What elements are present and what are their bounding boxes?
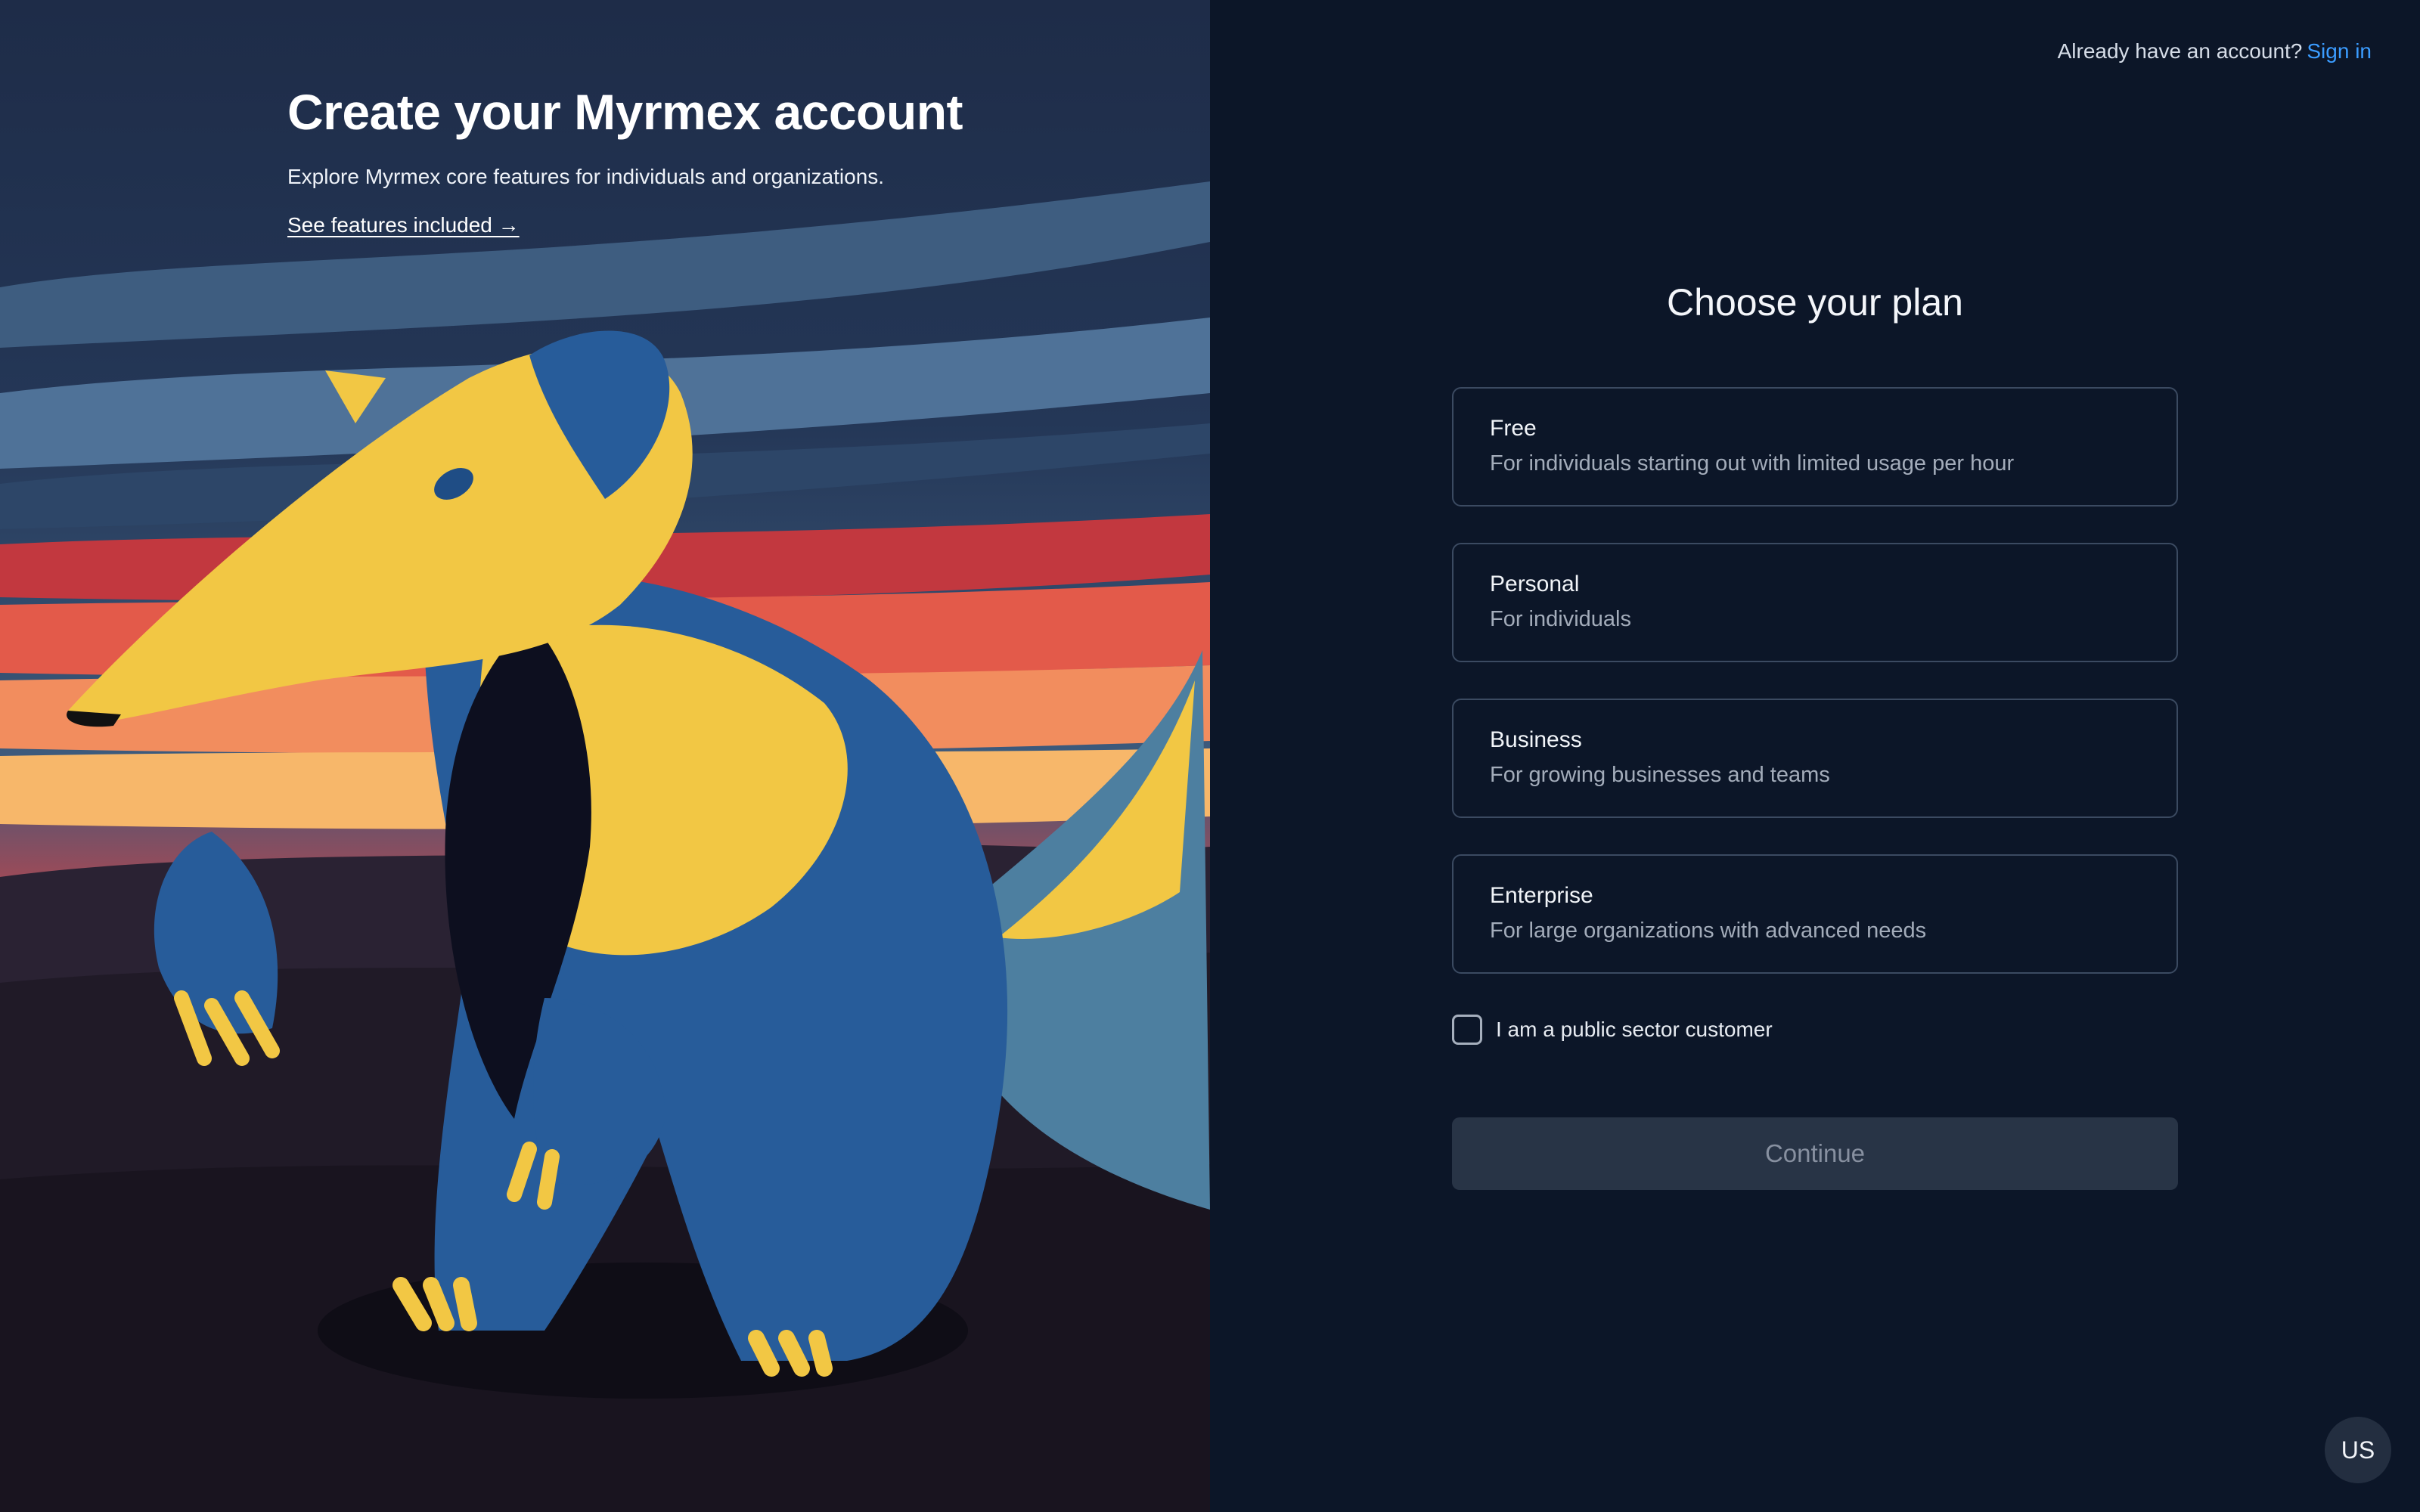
continue-button[interactable]: Continue [1452, 1117, 2178, 1190]
see-features-link[interactable]: See features included → [287, 213, 520, 237]
hero-text-block: Create your Myrmex account Explore Myrme… [287, 82, 1180, 237]
plan-name: Business [1490, 727, 1582, 752]
plan-option-enterprise[interactable]: Enterprise For large organizations with … [1452, 854, 2178, 974]
hero-title: Create your Myrmex account [287, 84, 963, 140]
plan-form: Choose your plan Free For individuals st… [1452, 278, 2178, 1190]
sign-in-link[interactable]: Sign in [2307, 39, 2372, 63]
plan-description: For growing businesses and teams [1490, 763, 1830, 787]
plan-option-personal[interactable]: Personal For individuals [1452, 543, 2178, 662]
plan-name: Enterprise [1490, 883, 1593, 908]
public-sector-label: I am a public sector customer [1496, 1018, 1773, 1041]
checkbox-icon[interactable] [1452, 1015, 1482, 1045]
plan-description: For large organizations with advanced ne… [1490, 919, 1927, 943]
signup-form-panel: Already have an account? Sign in Choose y… [1210, 0, 2420, 1512]
plan-name: Free [1490, 416, 1537, 441]
signin-prompt-text: Already have an account? [2057, 39, 2303, 63]
signup-page: Create your Myrmex account Explore Myrme… [0, 0, 2420, 1512]
locale-selector-button[interactable]: US [2325, 1417, 2391, 1483]
hero-panel: Create your Myrmex account Explore Myrme… [0, 0, 1210, 1512]
plan-description: For individuals starting out with limite… [1490, 451, 2015, 476]
plan-form-title: Choose your plan [1667, 281, 1963, 324]
plan-description: For individuals [1490, 607, 1631, 631]
public-sector-option[interactable]: I am a public sector customer [1452, 1015, 2178, 1045]
hero-subtitle: Explore Myrmex core features for individ… [287, 165, 885, 188]
plan-option-free[interactable]: Free For individuals starting out with l… [1452, 387, 2178, 507]
plan-name: Personal [1490, 572, 1580, 596]
signin-prompt: Already have an account? Sign in [2058, 39, 2372, 64]
plan-option-business[interactable]: Business For growing businesses and team… [1452, 699, 2178, 818]
